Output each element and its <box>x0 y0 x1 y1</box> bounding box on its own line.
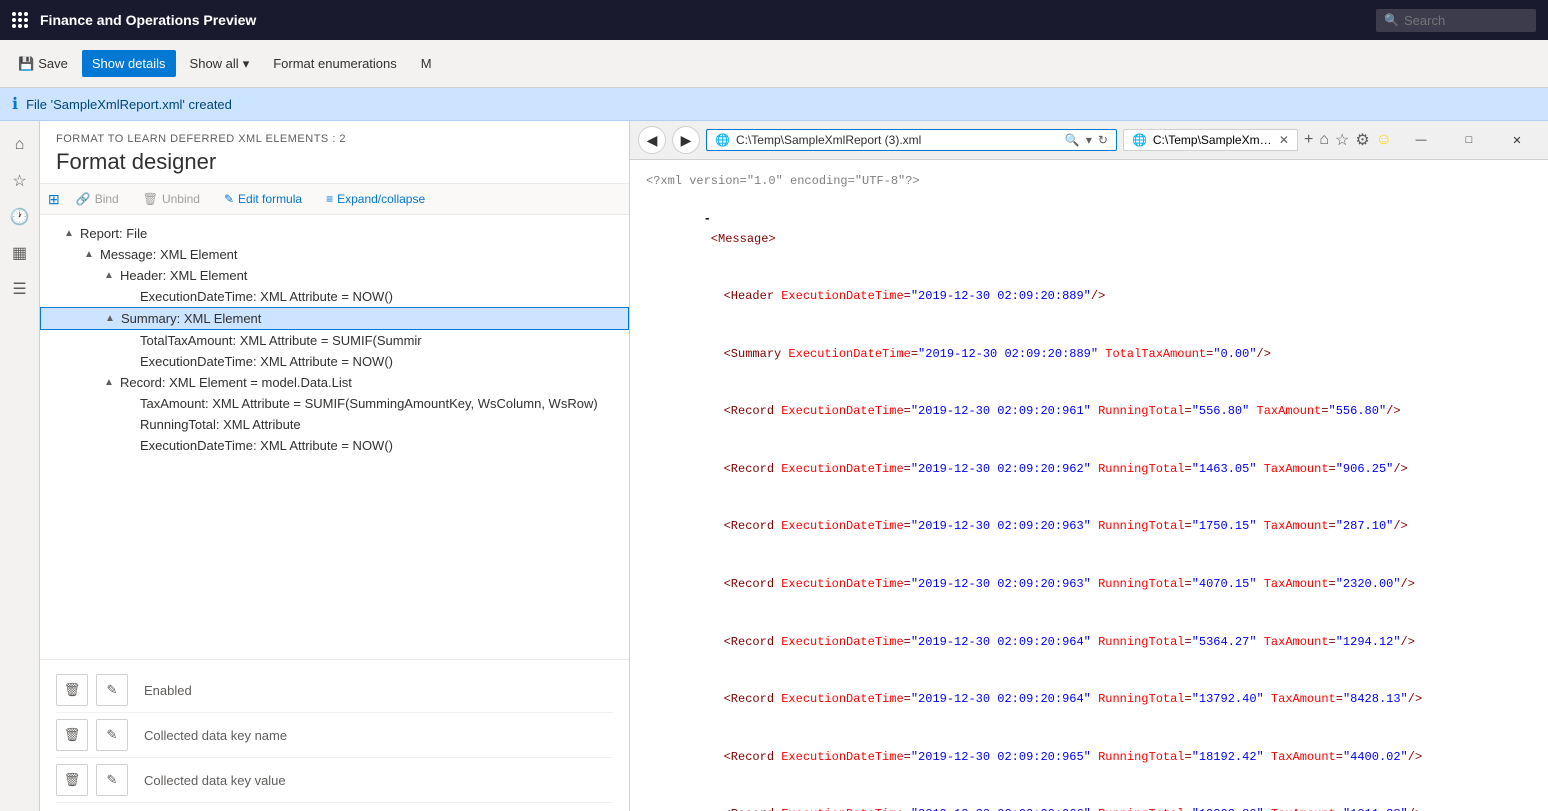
maximize-button[interactable]: □ <box>1446 125 1492 155</box>
edit-formula-button[interactable]: ✎ Edit formula <box>216 188 310 210</box>
prop-row-enabled: 🗑 ✎ Enabled <box>56 668 613 713</box>
tree-item-summary[interactable]: ▲ Summary: XML Element <box>40 307 629 330</box>
format-tree: ▲ Report: File ▲ Message: XML Element ▲ … <box>40 215 629 659</box>
tree-item-totaltax[interactable]: TotalTaxAmount: XML Attribute = SUMIF(Su… <box>40 330 629 351</box>
app-title: Finance and Operations Preview <box>40 12 1364 28</box>
xml-record-3: <Record ExecutionDateTime="2019-12-30 02… <box>646 498 1532 556</box>
xml-header-line: <Header ExecutionDateTime="2019-12-30 02… <box>646 268 1532 326</box>
new-tab-icon[interactable]: + <box>1304 131 1313 149</box>
dropdown-addr-icon[interactable]: ▾ <box>1086 133 1092 147</box>
home-icon[interactable]: ⌂ <box>4 129 36 161</box>
minimize-button[interactable]: — <box>1398 125 1444 155</box>
xml-prolog-line: <?xml version="1.0" encoding="UTF-8"?> <box>646 172 1532 191</box>
prop-row-key-name: 🗑 ✎ Collected data key name <box>56 713 613 758</box>
show-all-button[interactable]: Show all ▾ <box>180 50 260 78</box>
star-icon[interactable]: ☆ <box>4 165 36 197</box>
tree-item-header[interactable]: ▲ Header: XML Element <box>40 265 629 286</box>
tree-item-record[interactable]: ▲ Record: XML Element = model.Data.List <box>40 372 629 393</box>
xml-record-5: <Record ExecutionDateTime="2019-12-30 02… <box>646 613 1532 671</box>
calendar-icon[interactable]: ▦ <box>4 237 36 269</box>
tab-icon: 🌐 <box>1132 133 1147 147</box>
tree-item-message[interactable]: ▲ Message: XML Element <box>40 244 629 265</box>
home-browser-icon[interactable]: ⌂ <box>1319 131 1329 149</box>
properties-area: 🗑 ✎ Enabled 🗑 ✎ Collected data key name … <box>40 659 629 811</box>
settings-icon[interactable]: ⚙ <box>1355 130 1369 150</box>
list-icon[interactable]: ☰ <box>4 273 36 305</box>
prop-edit-btn-2[interactable]: ✎ <box>96 719 128 751</box>
prop-delete-btn-3[interactable]: 🗑 <box>56 764 88 796</box>
tree-arrow: ▲ <box>104 377 116 388</box>
xml-message-open: - <Message> <box>646 191 1532 268</box>
main-layout: ⌂ ☆ 🕐 ▦ ☰ FORMAT TO LEARN DEFERRED XML E… <box>0 121 1548 811</box>
sidebar-nav: ⌂ ☆ 🕐 ▦ ☰ <box>0 121 40 811</box>
panel-header: FORMAT TO LEARN DEFERRED XML ELEMENTS : … <box>40 121 629 184</box>
browser-chrome: ◀ ▶ 🌐 C:\Temp\SampleXmlReport (3).xml 🔍 … <box>630 121 1548 160</box>
browser-address-bar: 🌐 C:\Temp\SampleXmlReport (3).xml 🔍 ▾ ↻ <box>706 129 1117 151</box>
pencil-icon: ✎ <box>224 192 234 206</box>
search-wrap: 🔍 <box>1376 9 1536 32</box>
tree-arrow: ▲ <box>64 228 76 239</box>
browser-tab[interactable]: 🌐 C:\Temp\SampleXmlRepo... ✕ <box>1123 129 1298 151</box>
close-button[interactable]: ✕ <box>1494 125 1540 155</box>
tab-close-icon[interactable]: ✕ <box>1279 133 1289 147</box>
favorites-icon[interactable]: ☆ <box>1335 130 1349 150</box>
panel-title: Format designer <box>56 149 613 175</box>
refresh-icon[interactable]: ↻ <box>1098 133 1108 147</box>
xml-record-1: <Record ExecutionDateTime="2019-12-30 02… <box>646 383 1532 441</box>
browser-back-button[interactable]: ◀ <box>638 126 666 154</box>
bind-icon: 🔗 <box>76 192 91 206</box>
search-input[interactable] <box>1376 9 1536 32</box>
unbind-button[interactable]: 🗑 Unbind <box>135 188 208 210</box>
filter-icon: ⊞ <box>48 191 60 208</box>
save-icon: 💾 <box>18 56 34 72</box>
xml-record-4: <Record ExecutionDateTime="2019-12-30 02… <box>646 556 1532 614</box>
xml-record-8: <Record ExecutionDateTime="2019-12-30 02… <box>646 786 1532 811</box>
panel-toolbar: ⊞ 🔗 Bind 🗑 Unbind ✎ Edit formula ≡ Expan… <box>40 184 629 215</box>
tree-arrow: ▲ <box>104 270 116 281</box>
tree-arrow: ▲ <box>84 249 96 260</box>
tree-item-runningtotal[interactable]: RunningTotal: XML Attribute <box>40 414 629 435</box>
top-nav-bar: Finance and Operations Preview 🔍 <box>0 0 1548 40</box>
format-enumerations-button[interactable]: Format enumerations <box>263 50 407 77</box>
save-button[interactable]: 💾 Save <box>8 50 78 78</box>
recent-icon[interactable]: 🕐 <box>4 201 36 233</box>
expand-icon: ≡ <box>326 192 333 206</box>
info-bar: ℹ File 'SampleXmlReport.xml' created <box>0 88 1548 121</box>
xml-record-7: <Record ExecutionDateTime="2019-12-30 02… <box>646 728 1532 786</box>
info-icon: ℹ <box>12 94 18 114</box>
prop-edit-btn-1[interactable]: ✎ <box>96 674 128 706</box>
window-controls: — □ ✕ <box>1398 125 1540 155</box>
chevron-down-icon: ▾ <box>243 56 250 72</box>
panel-subtitle: FORMAT TO LEARN DEFERRED XML ELEMENTS : … <box>56 133 613 145</box>
prop-delete-btn-2[interactable]: 🗑 <box>56 719 88 751</box>
tree-arrow: ▲ <box>105 313 117 324</box>
bind-button[interactable]: 🔗 Bind <box>68 188 127 210</box>
tree-item-taxamount[interactable]: TaxAmount: XML Attribute = SUMIF(Summing… <box>40 393 629 414</box>
prop-edit-btn-3[interactable]: ✎ <box>96 764 128 796</box>
xml-record-6: <Record ExecutionDateTime="2019-12-30 02… <box>646 671 1532 729</box>
main-toolbar: 💾 Save Show details Show all ▾ Format en… <box>0 40 1548 88</box>
emoji-icon[interactable]: ☺ <box>1376 131 1392 149</box>
browser-forward-button[interactable]: ▶ <box>672 126 700 154</box>
tree-item-summary-execdt[interactable]: ExecutionDateTime: XML Attribute = NOW() <box>40 351 629 372</box>
left-panel: FORMAT TO LEARN DEFERRED XML ELEMENTS : … <box>40 121 630 811</box>
xml-summary-line: <Summary ExecutionDateTime="2019-12-30 0… <box>646 326 1532 384</box>
browser-ie-icon: 🌐 <box>715 133 730 147</box>
unbind-icon: 🗑 <box>143 192 158 206</box>
prop-delete-btn-1[interactable]: 🗑 <box>56 674 88 706</box>
xml-record-2: <Record ExecutionDateTime="2019-12-30 02… <box>646 441 1532 499</box>
expand-collapse-button[interactable]: ≡ Expand/collapse <box>318 188 433 210</box>
right-panel: ◀ ▶ 🌐 C:\Temp\SampleXmlReport (3).xml 🔍 … <box>630 121 1548 811</box>
browser-action-icons: + ⌂ ☆ ⚙ ☺ <box>1304 130 1392 150</box>
more-button[interactable]: M <box>411 50 442 77</box>
search-addr-icon[interactable]: 🔍 <box>1065 133 1080 147</box>
tree-item-header-execdt[interactable]: ExecutionDateTime: XML Attribute = NOW() <box>40 286 629 307</box>
tree-item-record-execdt[interactable]: ExecutionDateTime: XML Attribute = NOW() <box>40 435 629 456</box>
prop-row-key-value: 🗑 ✎ Collected data key value <box>56 758 613 803</box>
xml-content[interactable]: <?xml version="1.0" encoding="UTF-8"?> -… <box>630 160 1548 811</box>
app-grid-icon[interactable] <box>12 12 28 28</box>
show-details-button[interactable]: Show details <box>82 50 176 77</box>
tree-item-report[interactable]: ▲ Report: File <box>40 223 629 244</box>
